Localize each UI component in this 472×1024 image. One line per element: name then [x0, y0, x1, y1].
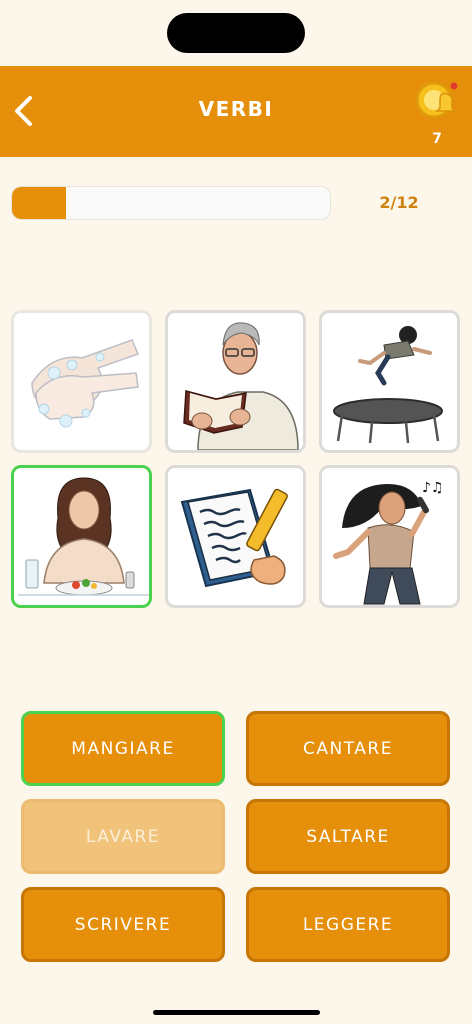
progress-fill: [12, 187, 67, 219]
progress-counter: 2/12: [379, 193, 419, 212]
picture-tile[interactable]: [11, 465, 152, 608]
picture-tile[interactable]: [319, 310, 460, 453]
reading-man-picture: [183, 322, 299, 450]
answer-button-leggere[interactable]: LEGGERE: [246, 887, 450, 962]
answer-button-saltare[interactable]: SALTARE: [246, 799, 450, 874]
answer-button-scrivere[interactable]: SCRIVERE: [21, 887, 225, 962]
writing-notebook-picture: [180, 488, 288, 588]
top-bar: VERBI 7: [0, 66, 472, 157]
answer-button-lavare[interactable]: LAVARE: [21, 799, 225, 874]
answer-button-cantare[interactable]: CANTARE: [246, 711, 450, 786]
picture-tile[interactable]: [11, 310, 152, 453]
svg-text:♪♫: ♪♫: [422, 480, 444, 496]
picture-tile[interactable]: [165, 465, 306, 608]
page-title: VERBI: [198, 97, 274, 121]
picture-tile[interactable]: ♪♫: [319, 465, 460, 608]
coin-bell-icon: [415, 81, 458, 119]
camera-notch: [167, 13, 305, 53]
progress-bar: [11, 186, 331, 220]
home-indicator: [153, 1010, 320, 1015]
picture-grid: ♪♫: [11, 310, 461, 608]
trampoline-jump-picture: [333, 326, 443, 444]
coin-count: 7: [432, 131, 442, 147]
picture-tile[interactable]: [165, 310, 306, 453]
answer-buttons: MANGIARE CANTARE LAVARE SALTARE SCRIVERE…: [21, 711, 451, 963]
answer-button-mangiare[interactable]: MANGIARE: [21, 711, 225, 786]
eating-woman-picture: [18, 477, 149, 596]
washing-hands-picture: [31, 339, 140, 428]
singing-woman-picture: ♪♫: [333, 480, 444, 605]
coins-button[interactable]: 7: [414, 78, 460, 150]
